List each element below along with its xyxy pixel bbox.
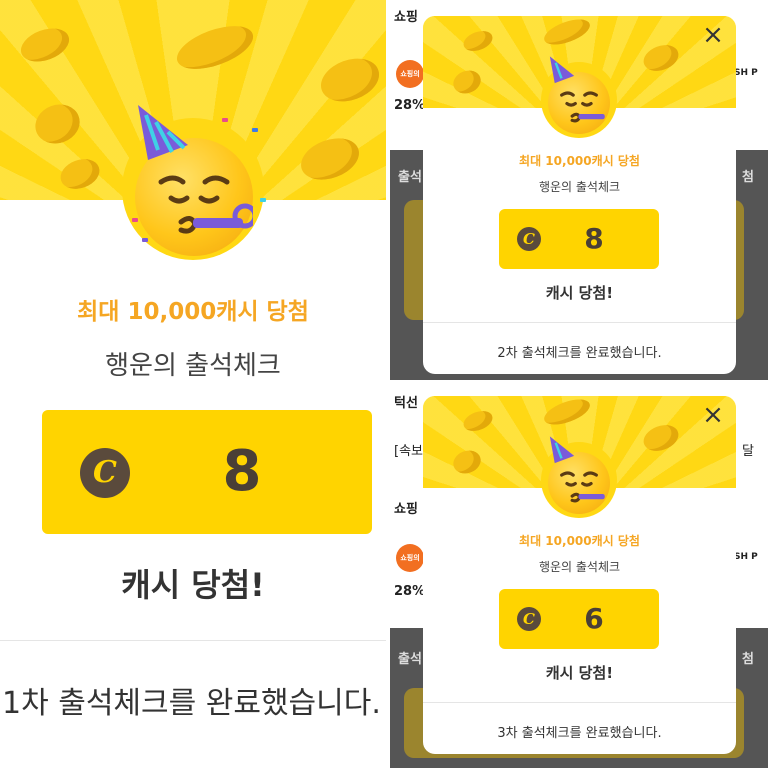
confetti [222,118,228,122]
cash-won-label: 캐시 당첨! [545,284,614,302]
prize-amount: 8 [584,222,604,255]
prize-box: C 6 [499,589,659,649]
prize-box: C 8 [42,410,372,534]
bg-shop-badge: 쇼핑의 TEN [396,60,424,106]
partying-face-emoji [541,436,617,518]
bg-row-text: 출석 [398,170,422,185]
divider [423,322,736,323]
attendance-complete-message: 3차 출석체크를 완료했습니다. [497,726,662,741]
prize-amount: 6 [584,602,604,635]
bg-headline-text: 턱선 [394,396,418,411]
confetti [132,218,138,222]
prize-amount: 8 [222,439,262,504]
attendance-complete-message: 1차 출석체크를 완료했습니다. [2,686,381,721]
emoji-expression [158,175,253,234]
confetti [142,238,148,242]
bg-shopping-label: 쇼핑 [394,10,418,25]
event-subtitle: 행운의 출석체크 [105,351,281,381]
prize-box: C 8 [499,209,659,269]
event-subtitle: 행운의 출석체크 [538,180,621,194]
max-prize-headline: 최대 10,000캐시 당첨 [519,154,640,168]
bg-row-text-right: 첨 [742,652,754,667]
bg-side-text: SH P [734,68,758,78]
panel-attendance-2: 쇼핑 쇼핑의 TEN 28% SH P 출석 첨 × 최대 10,000캐시 당… [390,0,768,380]
bg-news-text: [속보 [394,444,423,459]
panel-attendance-1: 최대 10,000캐시 당첨 행운의 출석체크 C 8 캐시 당첨! 1차 출석… [0,0,386,768]
partying-face-emoji [122,105,266,260]
cash-coin-icon: C [517,607,541,631]
close-icon: × [702,400,724,430]
close-icon: × [702,20,724,50]
bg-row-text: 출석 [398,652,422,667]
attendance-modal: × 최대 10,000캐시 당첨 행운의 출석체크 C 6 캐시 당첨! 3차 … [423,396,736,754]
event-subtitle: 행운의 출석체크 [538,560,621,574]
close-button[interactable]: × [700,22,726,48]
confetti [252,128,258,132]
max-prize-headline: 최대 10,000캐시 당첨 [519,534,640,548]
divider [0,640,386,641]
confetti [260,198,266,202]
cash-coin-icon: C [517,227,541,251]
attendance-modal: × 최대 10,000캐시 당첨 행운의 출석체크 C 8 캐시 당첨! 2차 … [423,16,736,374]
party-hat-icon [549,56,575,84]
bg-shop-badge: 쇼핑의 TEN [396,544,424,590]
cash-coin-icon: C [80,448,130,498]
panel-attendance-3: 턱선 [속보 달 쇼핑 쇼핑의 TEN 28% SH P 출석 첨 × 최대 1… [390,388,768,768]
max-prize-headline: 최대 10,000캐시 당첨 [77,299,309,325]
bg-side-text: SH P [734,552,758,562]
bg-news-right: 달 [742,444,754,459]
attendance-complete-message: 2차 출석체크를 완료했습니다. [497,346,662,361]
bg-percent: 28% [394,98,426,113]
bg-row-text-right: 첨 [742,170,754,185]
bg-shopping-label: 쇼핑 [394,502,418,517]
divider [423,702,736,703]
partying-face-emoji [541,56,617,138]
party-hat-icon [549,436,575,464]
close-button[interactable]: × [700,402,726,428]
cash-won-label: 캐시 당첨! [121,566,265,604]
cash-won-label: 캐시 당첨! [545,664,614,682]
bg-percent: 28% [394,584,426,599]
